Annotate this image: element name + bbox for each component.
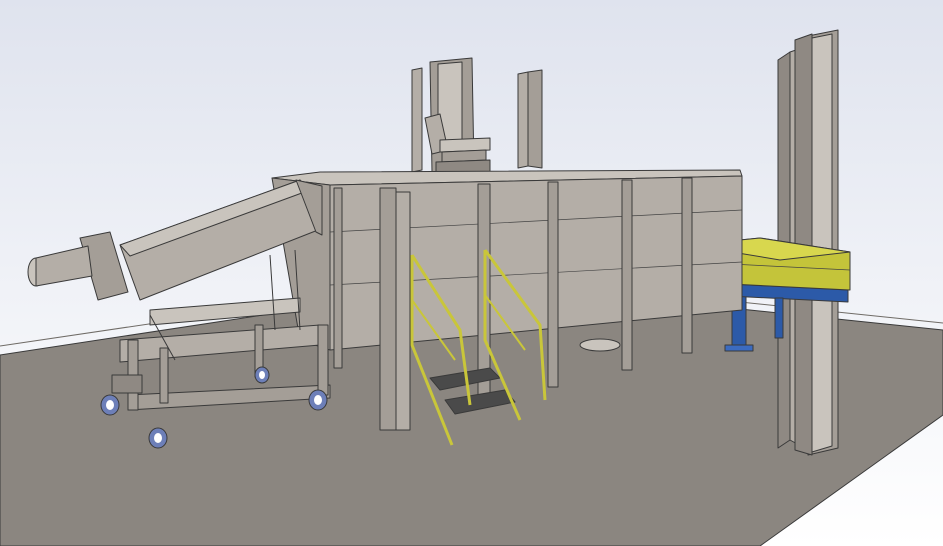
caster-wheel-icon: [148, 427, 168, 449]
caster-wheel-icon: [254, 366, 270, 384]
caster-wheel-icon: [100, 394, 120, 416]
cad-assembly-drawing: [0, 0, 943, 546]
caster-wheel-icon: [308, 389, 328, 411]
cad-viewport: [0, 0, 943, 546]
